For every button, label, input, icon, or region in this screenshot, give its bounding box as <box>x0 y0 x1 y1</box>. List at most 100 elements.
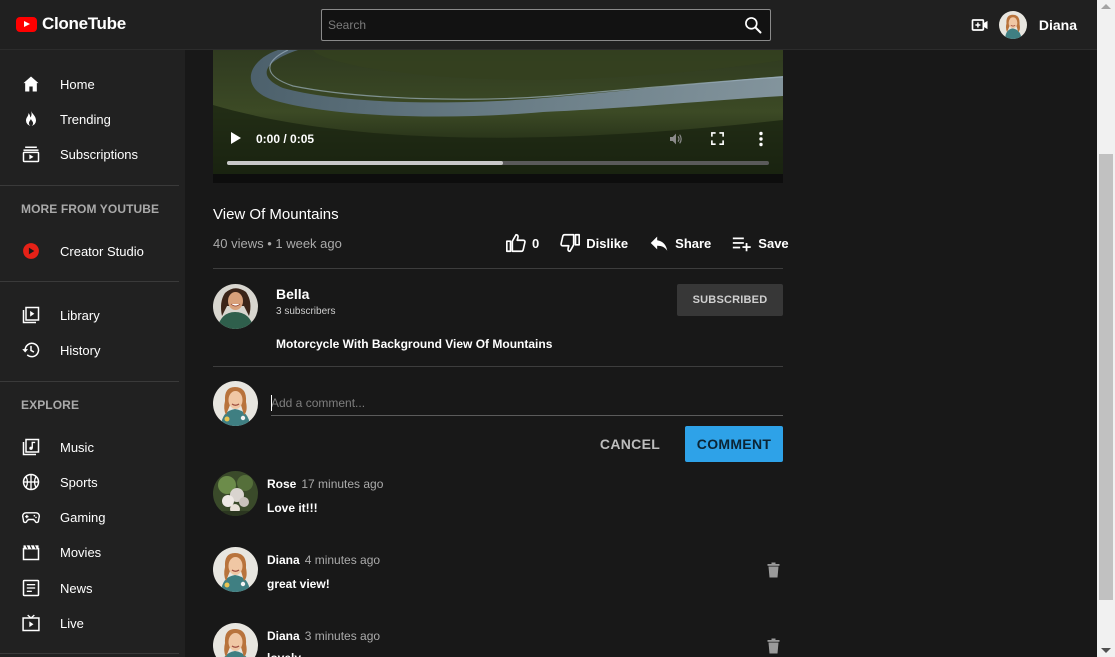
sidebar-item-home[interactable]: Home <box>20 73 95 95</box>
movies-icon <box>20 541 42 563</box>
sidebar-divider <box>0 381 179 382</box>
time-display: 0:00 / 0:05 <box>256 132 315 146</box>
current-user-avatar <box>213 381 258 426</box>
channel-name[interactable]: Bella <box>276 286 309 302</box>
comment-time: 4 minutes ago <box>304 553 381 567</box>
sidebar-item-label: Home <box>60 76 95 92</box>
progress-bar-fill <box>227 161 504 165</box>
youtube-red-icon <box>20 240 42 262</box>
comment-author[interactable]: Diana <box>267 629 300 643</box>
user-area: Diana <box>970 11 1077 39</box>
comment-avatar[interactable] <box>213 623 258 657</box>
sidebar: Home Trending Subscriptions MORE FROM YO… <box>0 50 185 657</box>
sidebar-item-subscriptions[interactable]: Subscriptions <box>20 143 138 165</box>
gaming-icon <box>20 506 42 528</box>
sidebar-divider <box>0 185 179 186</box>
comment-avatar[interactable] <box>213 471 258 516</box>
video-camera-add-icon[interactable] <box>970 15 990 35</box>
share-label: Share <box>675 235 712 251</box>
section-explore-label: EXPLORE <box>21 398 80 412</box>
comment-author[interactable]: Rose <box>267 477 296 491</box>
more-options-icon[interactable] <box>754 131 768 147</box>
comment-author[interactable]: Diana <box>267 553 300 567</box>
delete-comment-icon[interactable] <box>766 562 781 578</box>
video-actions: 0 Dislike Share Save <box>505 231 789 255</box>
scroll-up-arrow-icon[interactable] <box>1101 4 1111 9</box>
sidebar-item-movies[interactable]: Movies <box>20 541 101 563</box>
channel-avatar[interactable] <box>213 284 258 329</box>
sidebar-item-label: Movies <box>60 544 102 560</box>
text-cursor <box>271 395 272 411</box>
home-icon <box>20 73 42 95</box>
dislike-label: Dislike <box>586 235 629 251</box>
save-label: Save <box>758 235 789 251</box>
sidebar-item-label: Subscriptions <box>60 146 139 162</box>
save-button[interactable]: Save <box>731 232 789 254</box>
watch-page: 0:00 / 0:05 View Of Mountains 40 views •… <box>185 50 1097 657</box>
sidebar-item-history[interactable]: History <box>20 339 100 361</box>
sidebar-item-music[interactable]: Music <box>20 436 94 458</box>
comment-header: Rose 17 minutes ago <box>267 477 383 491</box>
sidebar-item-label: Library <box>60 307 100 323</box>
sidebar-divider <box>0 281 179 282</box>
sidebar-item-sports[interactable]: Sports <box>20 471 98 493</box>
section-more-label: MORE FROM YOUTUBE <box>21 202 160 216</box>
like-button[interactable]: 0 <box>505 232 539 254</box>
sidebar-item-label: News <box>60 580 93 596</box>
comment-time: 17 minutes ago <box>301 477 384 491</box>
divider <box>213 366 783 367</box>
share-icon <box>650 236 668 251</box>
video-title: View Of Mountains <box>213 206 339 223</box>
video-description: Motorcycle With Background View Of Mount… <box>276 337 553 351</box>
sidebar-item-news[interactable]: News <box>20 577 93 599</box>
video-player[interactable]: 0:00 / 0:05 <box>213 50 783 183</box>
comment-time: 3 minutes ago <box>304 629 381 643</box>
delete-comment-icon[interactable] <box>766 638 781 654</box>
sidebar-item-label: Trending <box>60 111 111 127</box>
sidebar-item-label: Sports <box>60 474 98 490</box>
comment-text: lovely <box>267 651 301 657</box>
history-icon <box>20 339 42 361</box>
fullscreen-icon[interactable] <box>710 131 725 146</box>
sidebar-item-label: Gaming <box>60 509 106 525</box>
user-avatar[interactable] <box>998 11 1027 39</box>
like-count: 0 <box>532 235 540 251</box>
music-icon <box>20 436 42 458</box>
sidebar-item-gaming[interactable]: Gaming <box>20 506 106 528</box>
sidebar-item-library[interactable]: Library <box>20 304 100 326</box>
subscribe-button[interactable]: SUBSCRIBED <box>677 284 783 316</box>
subscriber-count: 3 subscribers <box>276 306 336 317</box>
comment-avatar[interactable] <box>213 547 258 592</box>
logo[interactable]: CloneTube <box>16 14 126 34</box>
news-icon <box>20 577 42 599</box>
player-controls: 0:00 / 0:05 <box>213 126 783 174</box>
cancel-button[interactable]: CANCEL <box>593 426 667 462</box>
comment-header: Diana 4 minutes ago <box>267 553 380 567</box>
sidebar-item-live[interactable]: Live <box>20 612 84 634</box>
search-icon[interactable] <box>743 15 763 35</box>
scroll-down-arrow-icon[interactable] <box>1101 648 1111 653</box>
volume-icon[interactable] <box>668 131 684 147</box>
comment-submit-button[interactable]: COMMENT <box>685 426 783 462</box>
sidebar-item-label: Creator Studio <box>60 243 144 259</box>
divider <box>213 268 783 269</box>
search-input[interactable] <box>322 10 732 40</box>
comment-text: great view! <box>267 577 330 591</box>
scrollbar-thumb[interactable] <box>1099 154 1113 600</box>
video-meta: 40 views • 1 week ago <box>213 236 342 251</box>
play-icon[interactable] <box>230 131 242 145</box>
comment-input[interactable] <box>271 391 783 416</box>
thumbs-down-icon <box>560 233 581 253</box>
subscriptions-icon <box>20 143 42 165</box>
flame-icon <box>20 108 42 130</box>
dislike-button[interactable]: Dislike <box>559 232 628 254</box>
sidebar-item-creator-studio[interactable]: Creator Studio <box>20 240 144 262</box>
sidebar-item-trending[interactable]: Trending <box>20 108 111 130</box>
progress-bar[interactable] <box>227 161 769 165</box>
share-button[interactable]: Share <box>648 232 711 254</box>
app-name: CloneTube <box>42 14 126 33</box>
live-icon <box>20 612 42 634</box>
user-name: Diana <box>1038 17 1077 33</box>
page-scrollbar[interactable] <box>1097 0 1115 657</box>
sidebar-item-label: Live <box>60 615 84 631</box>
